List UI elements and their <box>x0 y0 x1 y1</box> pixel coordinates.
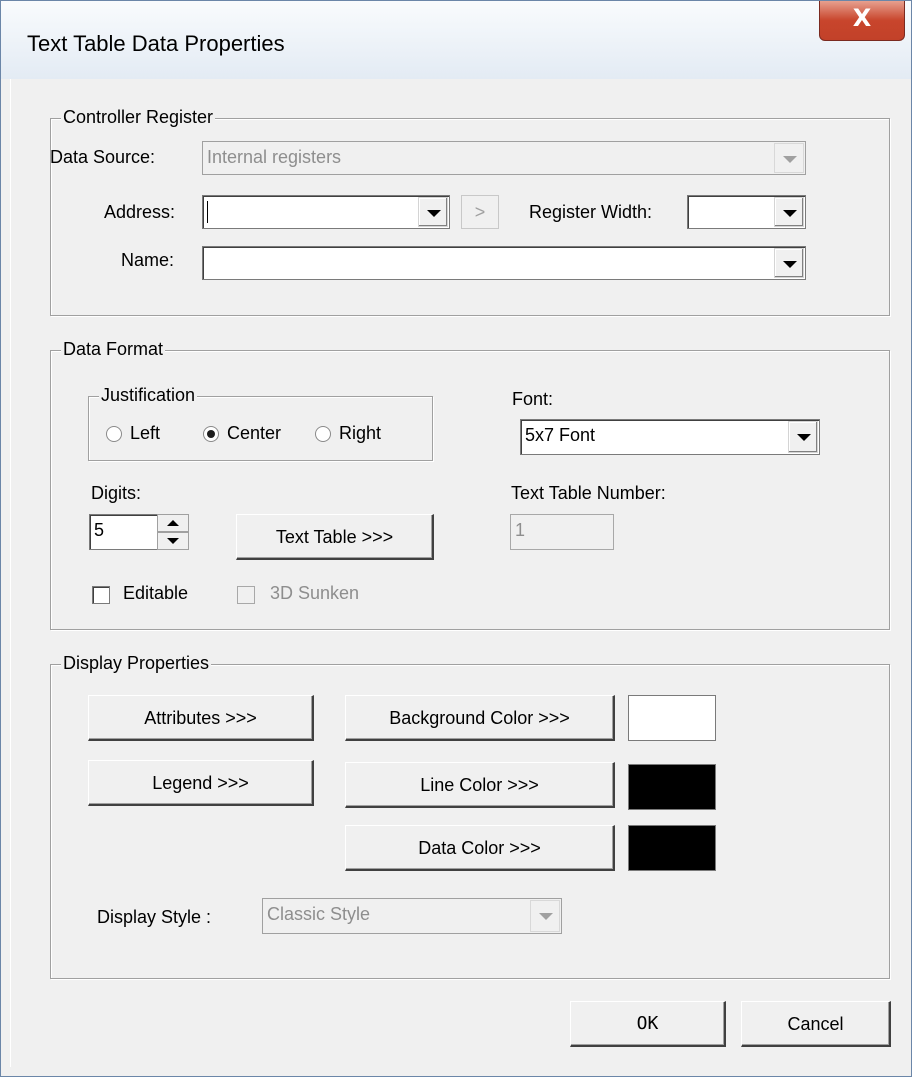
legend-button[interactable]: Legend >>> <box>88 760 314 806</box>
chevron-down-icon <box>774 197 804 227</box>
controller-register-legend: Controller Register <box>61 107 216 128</box>
background-color-button[interactable]: Background Color >>> <box>345 695 615 741</box>
text-cursor <box>207 201 208 223</box>
chevron-down-icon <box>774 143 804 173</box>
data-source-label: Data Source: <box>50 147 156 167</box>
address-browse-button[interactable]: > <box>461 195 499 229</box>
text-table-number-input[interactable]: 1 <box>510 514 614 550</box>
data-source-value: Internal registers <box>207 147 342 167</box>
address-label: Address: <box>104 202 176 222</box>
editable-checkbox[interactable] <box>92 586 110 604</box>
controller-register-group: Controller Register Data Source: Interna… <box>50 107 890 316</box>
display-style-value: Classic Style <box>267 904 371 924</box>
close-icon: X <box>852 4 872 32</box>
text-table-button[interactable]: Text Table >>> <box>236 514 434 560</box>
register-width-label: Register Width: <box>529 202 653 222</box>
ok-button[interactable]: OK <box>570 1001 726 1047</box>
close-button[interactable]: X <box>819 1 905 41</box>
digits-value: 5 <box>94 520 105 540</box>
line-color-swatch[interactable] <box>628 764 716 810</box>
display-properties-group: Display Properties Attributes >>> Legend… <box>50 653 890 979</box>
display-properties-legend: Display Properties <box>61 653 212 674</box>
spin-down-icon[interactable] <box>157 532 189 550</box>
justify-center-radio[interactable] <box>203 426 219 442</box>
dialog-window: Text Table Data Properties X Controller … <box>0 0 912 1077</box>
name-label: Name: <box>121 250 175 270</box>
chevron-down-icon <box>418 197 448 227</box>
justify-right-label: Right <box>339 423 382 443</box>
sunken-checkbox[interactable] <box>237 586 255 604</box>
digits-label: Digits: <box>91 483 142 503</box>
address-combo[interactable] <box>202 195 450 229</box>
display-style-label: Display Style : <box>97 907 212 927</box>
data-color-button[interactable]: Data Color >>> <box>345 825 615 871</box>
digits-spinner[interactable] <box>157 514 189 550</box>
spin-up-icon[interactable] <box>157 514 189 532</box>
data-color-swatch[interactable] <box>628 825 716 871</box>
justify-left-radio[interactable] <box>106 426 122 442</box>
chevron-down-icon <box>774 248 804 278</box>
display-style-select[interactable]: Classic Style <box>262 898 562 934</box>
justification-group: Justification Left Center Right <box>88 385 433 461</box>
editable-label: Editable <box>123 583 189 603</box>
font-select[interactable]: 5x7 Font <box>520 419 820 455</box>
window-title: Text Table Data Properties <box>27 31 285 56</box>
font-value: 5x7 Font <box>525 425 596 445</box>
name-combo[interactable] <box>202 246 806 280</box>
data-format-legend: Data Format <box>61 339 166 360</box>
sunken-label: 3D Sunken <box>270 583 360 603</box>
justify-left-label: Left <box>130 423 161 443</box>
data-source-select[interactable]: Internal registers <box>202 141 806 175</box>
title-bar: Text Table Data Properties X <box>1 1 911 79</box>
cancel-button[interactable]: Cancel <box>741 1001 891 1047</box>
font-label: Font: <box>512 389 554 409</box>
text-table-number-label: Text Table Number: <box>511 483 666 503</box>
register-width-select[interactable] <box>687 195 806 229</box>
line-color-button[interactable]: Line Color >>> <box>345 762 615 808</box>
chevron-down-icon <box>788 421 818 453</box>
attributes-button[interactable]: Attributes >>> <box>88 695 314 741</box>
justify-center-label: Center <box>227 423 282 443</box>
justify-right-radio[interactable] <box>315 426 331 442</box>
data-format-group: Data Format Justification Left Center Ri… <box>50 339 890 630</box>
text-table-number-value: 1 <box>515 520 526 540</box>
justification-legend: Justification <box>99 385 198 406</box>
chevron-down-icon <box>530 900 560 932</box>
background-color-swatch[interactable] <box>628 695 716 741</box>
dialog-client: Controller Register Data Source: Interna… <box>10 79 903 1067</box>
